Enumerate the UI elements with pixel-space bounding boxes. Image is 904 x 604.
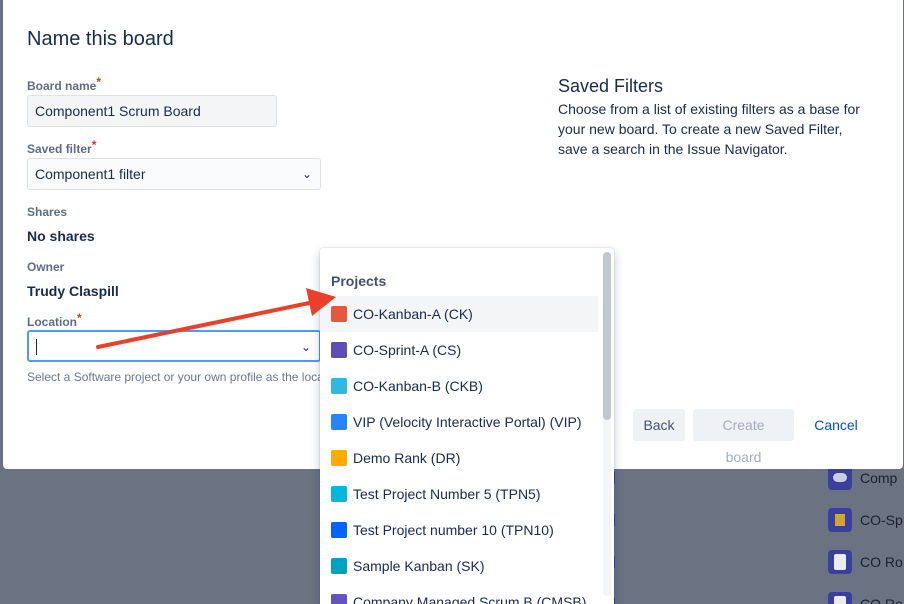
dropdown-option[interactable]: Test Project number 10 (TPN10) [320, 512, 598, 548]
project-demo-icon [331, 450, 347, 466]
project-vip-icon [331, 414, 347, 430]
project-kanban-icon [331, 306, 347, 322]
text-cursor [36, 339, 37, 355]
saved-filters-description: Choose from a list of existing filters a… [558, 101, 860, 157]
option-label: Demo Rank (DR) [353, 450, 461, 466]
cancel-button[interactable]: Cancel [803, 409, 869, 441]
required-mark: * [77, 311, 82, 325]
project-test10-icon [331, 522, 347, 538]
background-board-label: CO Ro [860, 596, 903, 604]
location-label: Location* [27, 311, 82, 329]
option-label: Test Project number 10 (TPN10) [353, 522, 554, 538]
dropdown-option[interactable]: Demo Rank (DR) [320, 440, 598, 476]
option-label: CO-Kanban-A (CK) [353, 306, 473, 322]
saved-filter-value: Component1 filter [35, 166, 146, 182]
dropdown-option[interactable]: CO-Kanban-A (CK) [320, 296, 598, 332]
background-board-label: CO-Sp [860, 512, 903, 528]
dropdown-option[interactable]: CO-Sprint-A (CS) [320, 332, 598, 368]
owner-label: Owner [27, 260, 65, 274]
background-board-item: CO Ro [828, 592, 903, 604]
cloud-icon [828, 466, 852, 490]
dropdown-option[interactable]: Test Project Number 5 (TPN5) [320, 476, 598, 512]
dialog-title: Name this board [27, 28, 174, 50]
required-mark: * [96, 75, 102, 89]
option-label: CO-Kanban-B (CKB) [353, 378, 483, 394]
background-board-item: Comp [828, 466, 897, 490]
project-test5-icon [331, 486, 347, 502]
location-help-text: Select a Software project or your own pr… [27, 370, 321, 384]
background-board-label: CO Ro [860, 554, 903, 570]
required-mark: * [91, 138, 97, 152]
saved-filter-label: Saved filter* [27, 138, 96, 156]
shares-label: Shares [27, 205, 68, 219]
dropdown-option[interactable]: Sample Kanban (SK) [320, 548, 598, 584]
option-label: Company Managed Scrum B (CMSB) [353, 594, 587, 604]
phone-icon [828, 592, 852, 604]
shares-value: No shares [27, 228, 95, 244]
create-board-button[interactable]: Create board [693, 409, 794, 465]
chevron-down-icon: ⌄ [301, 167, 312, 181]
background-board-item: CO Ro [828, 550, 903, 574]
saved-filter-select[interactable]: Component1 filter ⌄ [27, 158, 321, 190]
saved-filter-label-text: Saved filter [27, 142, 92, 156]
dropdown-option[interactable]: CO-Kanban-B (CKB) [320, 368, 598, 404]
scrollbar-thumb[interactable] [603, 252, 611, 420]
option-label: VIP (Velocity Interactive Portal) (VIP) [353, 414, 582, 430]
background-board-item: CO-Sp [828, 508, 903, 532]
project-sprint-icon [828, 508, 852, 532]
back-button[interactable]: Back [633, 409, 685, 441]
dropdown-group-heading: Projects [331, 273, 387, 289]
project-cms-icon [331, 594, 347, 604]
project-sprint-icon [331, 342, 347, 358]
background-board-label: Comp [860, 470, 898, 486]
dropdown-option[interactable]: Company Managed Scrum B (CMSB) [320, 584, 598, 604]
location-label-text: Location [27, 315, 77, 329]
dropdown-option[interactable]: VIP (Velocity Interactive Portal) (VIP) [320, 404, 598, 440]
board-name-input[interactable]: Component1 Scrum Board [27, 95, 277, 127]
board-name-label: Board name* [27, 75, 101, 93]
owner-value: Trudy Claspill [27, 283, 119, 299]
phone-icon [828, 550, 852, 574]
dropdown-scrollbar[interactable] [603, 252, 611, 596]
location-select[interactable]: ⌄ [27, 330, 321, 362]
saved-filters-title: Saved Filters [558, 76, 664, 96]
option-label: Sample Kanban (SK) [353, 558, 485, 574]
chevron-down-icon: ⌄ [300, 340, 311, 354]
project-kanban-b-icon [331, 378, 347, 394]
project-sample-icon [331, 558, 347, 574]
option-label: Test Project Number 5 (TPN5) [353, 486, 541, 502]
board-name-label-text: Board name [27, 79, 97, 93]
option-label: CO-Sprint-A (CS) [353, 342, 462, 358]
location-dropdown-menu: Projects CO-Kanban-A (CK) CO-Sprint-A (C… [320, 248, 614, 604]
